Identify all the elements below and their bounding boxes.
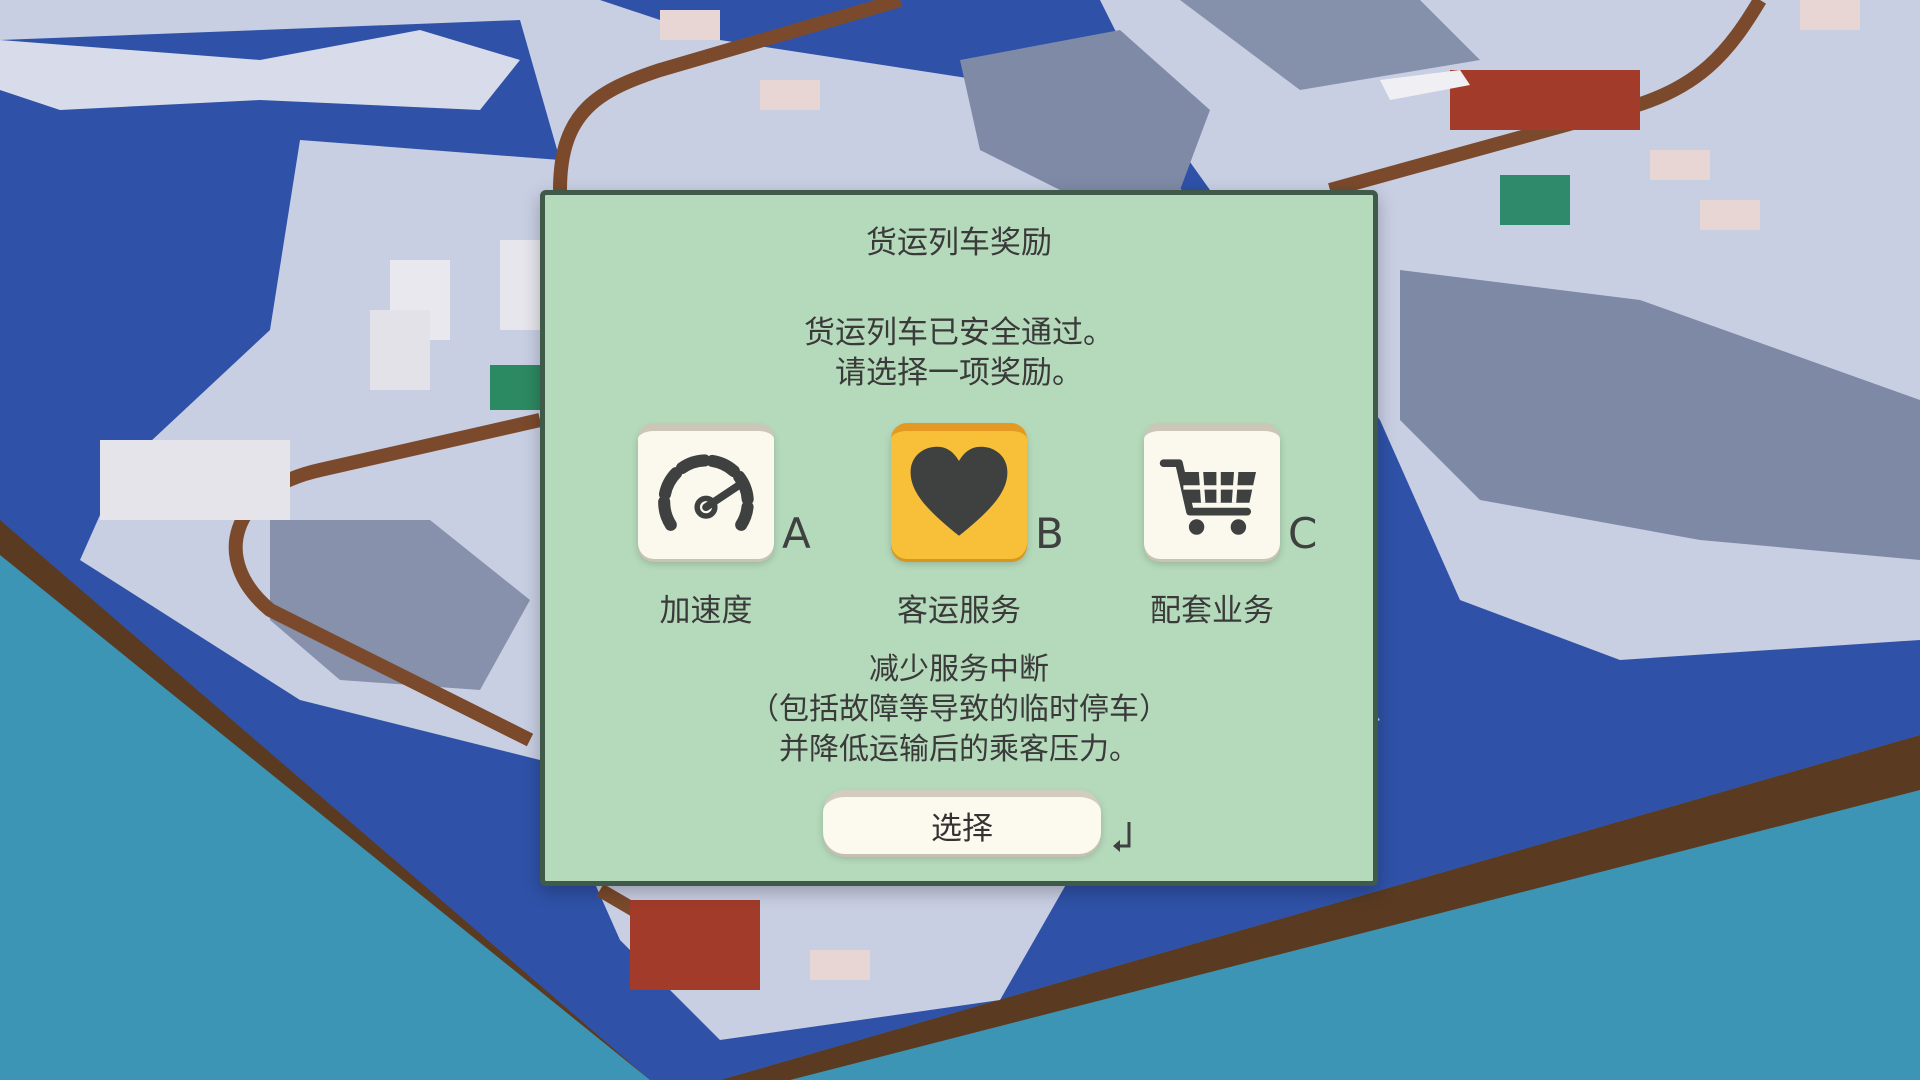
warehouse (100, 440, 290, 520)
reward-option-c[interactable]: C 配套业务 (1144, 423, 1324, 629)
green-station (1500, 175, 1570, 225)
green-train (490, 365, 540, 410)
house-1 (660, 10, 720, 40)
apartment-3 (500, 240, 540, 330)
option-tile[interactable] (1144, 423, 1280, 559)
dialog-message: 货运列车已安全通过。 请选择一项奖励。 (545, 313, 1373, 393)
option-tile-selected[interactable] (891, 423, 1027, 559)
dialog-title: 货运列车奖励 (866, 225, 1052, 261)
message-line: 请选择一项奖励。 (835, 355, 1083, 391)
message-line: 货运列车已安全通过。 (804, 315, 1114, 351)
speedometer-icon (658, 454, 754, 531)
red-station (1450, 70, 1640, 130)
select-button[interactable]: 选择 (823, 790, 1101, 854)
reward-option-b[interactable]: B 客运服务 (891, 423, 1071, 629)
option-label: 配套业务 (1150, 593, 1274, 629)
reward-description: 减少服务中断 （包括故障等导致的临时停车） 并降低运输后的乘客压力。 (545, 650, 1373, 770)
house-5 (1800, 0, 1860, 30)
house-2 (760, 80, 820, 110)
house-3 (1700, 200, 1760, 230)
option-key-letter: B (1035, 509, 1064, 558)
enter-key-icon (1113, 822, 1131, 852)
reward-option-a[interactable]: A 加速度 (638, 423, 818, 629)
house-6 (810, 950, 870, 980)
heart-icon (910, 446, 1008, 536)
option-label: 加速度 (659, 593, 753, 629)
shopping-cart-icon (1159, 459, 1256, 535)
option-tile[interactable] (638, 423, 774, 559)
red-depot (630, 900, 760, 990)
house-4 (1650, 150, 1710, 180)
apartment-2 (370, 310, 430, 390)
option-label: 客运服务 (897, 593, 1021, 629)
option-key-letter: C (1288, 509, 1318, 558)
description-line: 减少服务中断 (869, 652, 1049, 687)
description-line: 并降低运输后的乘客压力。 (779, 732, 1139, 767)
description-line: （包括故障等导致的临时停车） (749, 692, 1169, 727)
freight-train-reward-dialog: 货运列车奖励 货运列车已安全通过。 请选择一项奖励。 A 加速度 B 客运服务 (540, 190, 1378, 886)
option-key-letter: A (782, 509, 811, 558)
